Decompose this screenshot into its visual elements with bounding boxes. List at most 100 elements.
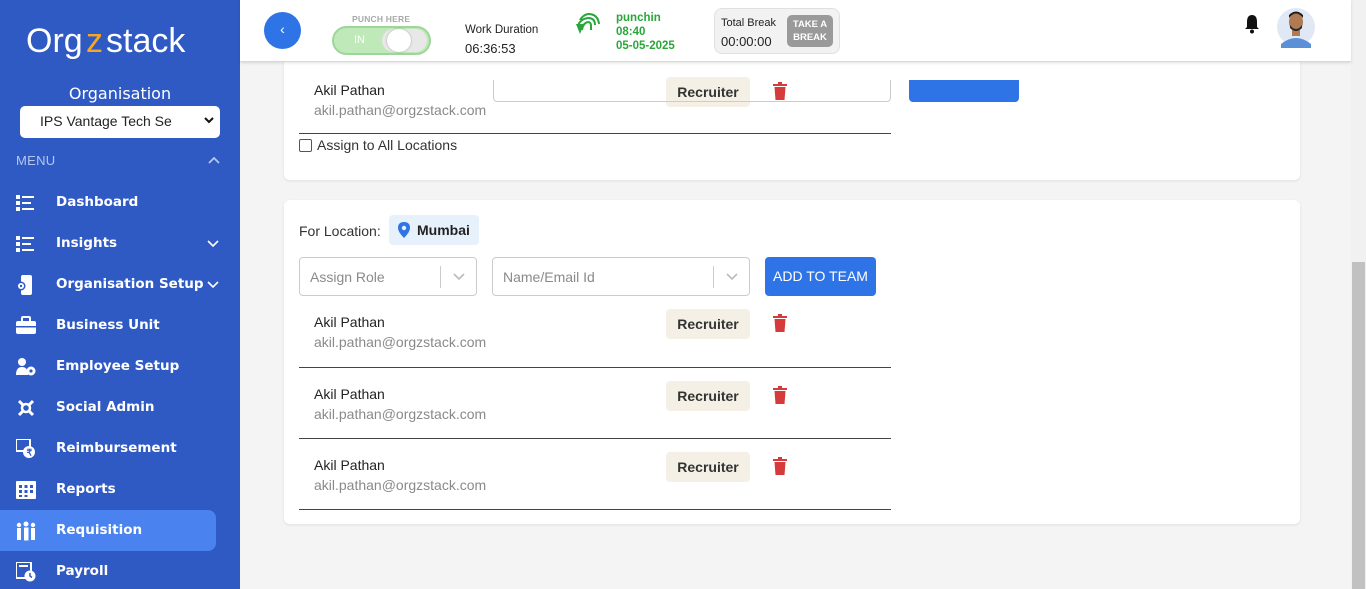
- add-to-team-button-partial[interactable]: [909, 80, 1019, 102]
- svg-text:z: z: [86, 22, 103, 60]
- chevron-down-icon: [207, 240, 219, 248]
- trash-icon[interactable]: [773, 457, 787, 475]
- sidebar-item-dashboard[interactable]: Dashboard: [0, 182, 240, 223]
- member-email: akil.pathan@orgzstack.com: [314, 406, 487, 422]
- sidebar-item-label: Organisation Setup: [56, 276, 204, 292]
- sidebar-item-business-unit[interactable]: Business Unit: [0, 305, 240, 346]
- member-role-badge: Recruiter: [666, 381, 750, 411]
- page-scrollbar[interactable]: [1351, 0, 1366, 589]
- total-break-box: Total Break 00:00:00 TAKE A BREAK: [714, 8, 840, 54]
- member-name: Akil Pathan: [314, 457, 385, 473]
- top-header: ‹ PUNCH HERE IN Work Duration 06:36:53 p…: [240, 0, 1351, 62]
- chevron-down-icon: [204, 117, 214, 124]
- assign-all-locations[interactable]: Assign to All Locations: [299, 137, 457, 153]
- punchin-time: 08:40: [616, 26, 646, 38]
- member-name: Akil Pathan: [314, 386, 385, 402]
- sidebar-item-insights[interactable]: Insights: [0, 223, 240, 264]
- chevron-up-icon[interactable]: [208, 156, 220, 164]
- work-duration-label: Work Duration: [465, 24, 539, 36]
- sidebar-nav: Dashboard Insights Organisation Setup Bu…: [0, 182, 240, 589]
- assign-all-label: Assign to All Locations: [317, 137, 458, 153]
- scrollbar-thumb[interactable]: [1352, 262, 1365, 589]
- name-email-input-partial[interactable]: [493, 80, 891, 102]
- assign-role-placeholder: Assign Role: [310, 269, 385, 285]
- svg-text:Org: Org: [26, 22, 83, 60]
- for-location-label: For Location:: [299, 223, 381, 239]
- member-role-badge: Recruiter: [666, 452, 750, 482]
- punch-here-label: PUNCH HERE: [352, 14, 411, 24]
- total-break-label: Total Break: [721, 17, 777, 29]
- member-name: Akil Pathan: [314, 82, 385, 98]
- row-divider: [299, 509, 891, 510]
- employee-setup-icon: [16, 358, 36, 376]
- name-email-placeholder: Name/Email Id: [503, 269, 595, 285]
- member-email: akil.pathan@orgzstack.com: [314, 102, 487, 118]
- member-name: Akil Pathan: [314, 314, 385, 330]
- location-pin-icon: [398, 222, 410, 238]
- location-card-mumbai: For Location: Mumbai Assign Role Name/Em…: [284, 200, 1300, 524]
- name-email-select[interactable]: Name/Email Id: [492, 257, 750, 296]
- fingerprint-icon: [576, 13, 600, 34]
- take-a-break-button[interactable]: TAKE A BREAK: [787, 15, 833, 47]
- chevron-down-icon: [207, 281, 219, 289]
- member-role-badge: Recruiter: [666, 309, 750, 339]
- sidebar-item-label: Reports: [56, 481, 116, 497]
- dashboard-icon: [16, 195, 34, 211]
- sidebar-item-payroll[interactable]: Payroll: [0, 551, 240, 589]
- team-member-row: Akil Pathan akil.pathan@orgzstack.com Re…: [299, 452, 891, 529]
- sidebar: Org z stack Organisation IPS Vantage Tec…: [0, 0, 240, 589]
- sidebar-item-employee-setup[interactable]: Employee Setup: [0, 346, 240, 387]
- chevron-down-icon: [726, 273, 738, 281]
- sidebar-item-requisition[interactable]: Requisition: [0, 510, 216, 551]
- menu-label: MENU: [16, 153, 56, 168]
- location-chip: Mumbai: [389, 215, 479, 245]
- sidebar-item-label: Insights: [56, 235, 118, 251]
- organisation-title: Organisation: [68, 84, 172, 103]
- svg-text:₹: ₹: [27, 448, 33, 458]
- location-name: Mumbai: [417, 222, 470, 238]
- assign-all-checkbox[interactable]: [299, 138, 312, 152]
- sidebar-item-label: Dashboard: [56, 194, 139, 210]
- sidebar-item-label: Payroll: [56, 563, 109, 579]
- chevron-down-icon: [453, 273, 465, 281]
- social-admin-icon: [17, 399, 35, 417]
- member-email: akil.pathan@orgzstack.com: [314, 477, 487, 493]
- sidebar-item-label: Social Admin: [56, 399, 155, 415]
- sidebar-item-reimbursement[interactable]: ₹ Reimbursement: [0, 428, 240, 469]
- trash-icon[interactable]: [773, 386, 787, 404]
- sidebar-item-social-admin[interactable]: Social Admin: [0, 387, 240, 428]
- orgzstack-logo[interactable]: Org z stack: [26, 18, 196, 62]
- work-duration-value: 06:36:53: [465, 41, 516, 56]
- assign-role-select[interactable]: Assign Role: [299, 257, 477, 296]
- team-member-row: Akil Pathan akil.pathan@orgzstack.com Re…: [299, 309, 891, 386]
- sidebar-item-reports[interactable]: Reports: [0, 469, 240, 510]
- back-button[interactable]: ‹: [264, 12, 301, 49]
- reimbursement-icon: ₹: [16, 439, 35, 458]
- bell-icon[interactable]: [1243, 14, 1261, 34]
- member-email: akil.pathan@orgzstack.com: [314, 334, 487, 350]
- punch-toggle-knob: [382, 29, 427, 52]
- sidebar-item-label: Employee Setup: [56, 358, 180, 374]
- punch-toggle[interactable]: IN: [332, 26, 431, 55]
- row-divider: [299, 438, 891, 439]
- requisition-icon: [16, 521, 36, 541]
- team-member-row: Akil Pathan akil.pathan@orgzstack.com Re…: [299, 381, 891, 458]
- punch-state-label: IN: [354, 34, 365, 46]
- row-divider: [299, 133, 891, 134]
- row-divider: [299, 367, 891, 368]
- sidebar-item-label: Requisition: [56, 522, 143, 538]
- organisation-select-value: IPS Vantage Tech Se: [40, 113, 172, 129]
- sidebar-item-label: Reimbursement: [56, 440, 177, 456]
- user-avatar[interactable]: [1277, 6, 1315, 48]
- add-to-team-button[interactable]: ADD TO TEAM: [765, 257, 876, 296]
- punchin-date: 05-05-2025: [616, 40, 675, 52]
- take-break-line1: TAKE A: [792, 19, 828, 30]
- organisation-select[interactable]: IPS Vantage Tech Se: [20, 106, 220, 138]
- sidebar-item-organisation-setup[interactable]: Organisation Setup: [0, 264, 240, 305]
- trash-icon[interactable]: [773, 314, 787, 332]
- total-break-value: 00:00:00: [721, 34, 772, 49]
- sidebar-item-label: Business Unit: [56, 317, 160, 333]
- punchin-info: punchin 08:40 05-05-2025: [616, 11, 675, 53]
- reports-icon: [16, 481, 36, 499]
- punchin-label: punchin: [616, 12, 661, 24]
